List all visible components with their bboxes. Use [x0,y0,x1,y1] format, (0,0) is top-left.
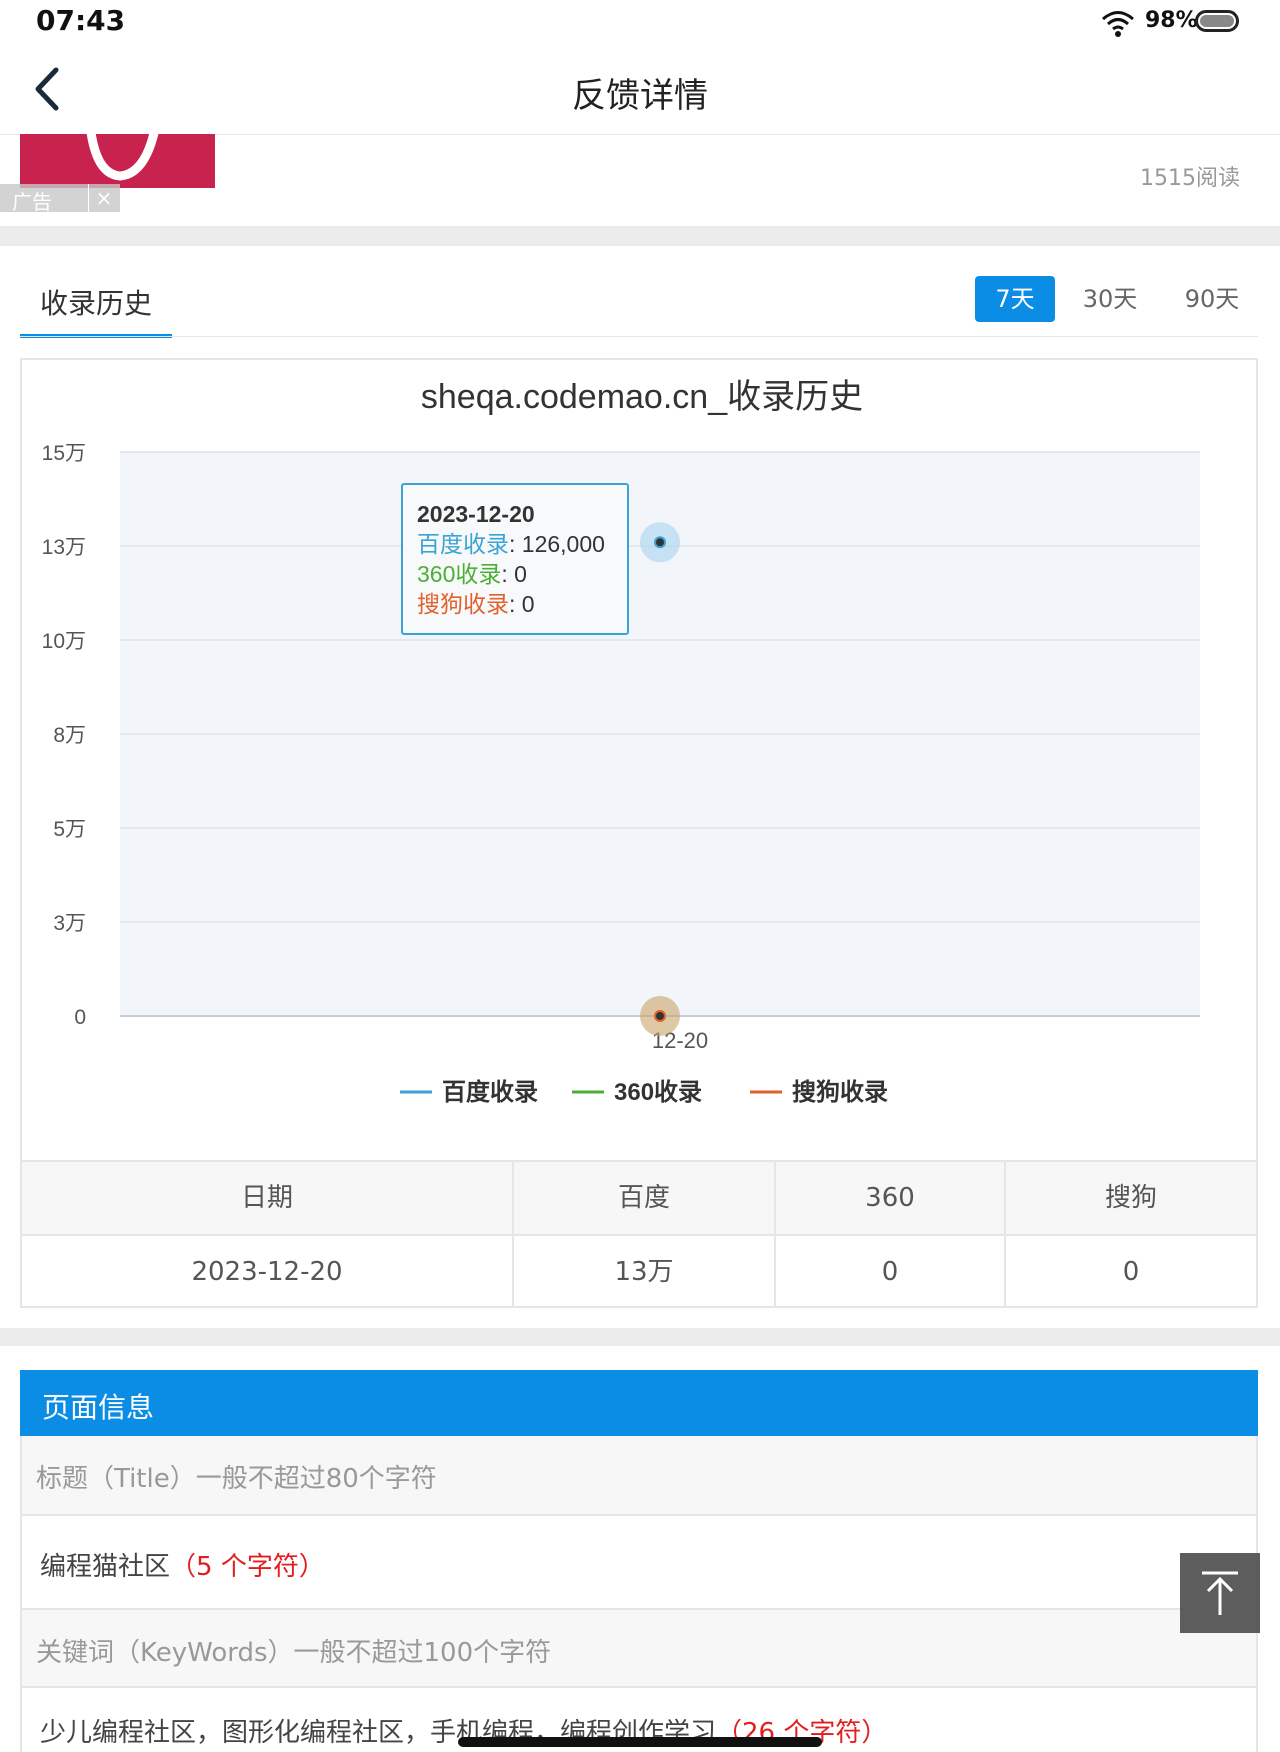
y-tick-label: 10万 [42,630,86,653]
page-info-header: 页面信息 [20,1370,1258,1436]
battery-percent: 98% [1145,8,1198,33]
range-90d-button[interactable]: 90天 [1170,276,1254,322]
page-title: 反馈详情 [572,76,708,116]
page-info-title: 页面信息 [42,1391,155,1424]
scroll-top-button[interactable] [1180,1553,1260,1633]
status-bar: 07:43 98% [0,0,1280,44]
table-cell-baidu: 13万 [514,1236,776,1308]
status-time: 07:43 [36,4,126,37]
ad-banner-image[interactable] [20,134,215,188]
chart-title: sheqa.codemao.cn_收录历史 [421,378,863,416]
y-tick-label: 5万 [53,818,86,841]
keywords-hint-row: 关键词（KeyWords）一般不超过100个字符 [20,1610,1258,1688]
legend-label: 百度收录 [442,1078,538,1106]
title-value: 编程猫社区 [40,1552,171,1582]
section-divider [0,226,1280,246]
table-header-baidu: 百度 [514,1162,776,1234]
battery-icon [1195,10,1239,32]
table-header-row: 日期 百度 360 搜狗 [22,1162,1256,1236]
data-point [654,1010,666,1022]
title-hint: 标题（Title）一般不超过80个字符 [36,1464,437,1494]
data-point [654,536,666,549]
y-tick-label: 3万 [53,912,86,935]
table-row: 2023-12-20 13万 0 0 [22,1236,1256,1308]
tooltip-row: 百度收录: 126,000 [417,531,605,557]
home-indicator [458,1737,822,1747]
range-30d-button[interactable]: 30天 [1070,276,1150,322]
arrow-up-icon [1202,1571,1238,1615]
title-char-count: （5 个字符） [170,1552,325,1582]
title-value-row: 编程猫社区（5 个字符） [20,1516,1258,1610]
table-header-360: 360 [776,1162,1006,1234]
ad-close-icon[interactable]: × [88,184,119,212]
legend-label: 360收录 [614,1079,702,1106]
tooltip-row: 搜狗收录: 0 [417,591,535,617]
title-hint-row: 标题（Title）一般不超过80个字符 [20,1436,1258,1516]
y-tick-label: 15万 [42,442,86,465]
tab-history-label: 收录历史 [40,287,153,320]
y-tick-label: 0 [74,1006,86,1029]
keywords-hint: 关键词（KeyWords）一般不超过100个字符 [36,1638,552,1668]
section-divider [0,1328,1280,1346]
tab-divider [20,336,1258,337]
tab-history[interactable]: 收录历史 [20,274,172,338]
table-cell-sogou: 0 [1122,1257,1140,1287]
ad-graphic [86,134,159,181]
range-7d-button[interactable]: 7天 [975,276,1055,322]
data-table: 日期 百度 360 搜狗 2023-12-20 13万 0 0 [22,1160,1256,1308]
indexing-history-chart: sheqa.codemao.cn_收录历史 03万5万8万10万13万15万12… [42,378,1200,1106]
tooltip-row: 360收录: 0 [417,561,527,587]
ad-label: 广告 × [0,184,120,214]
y-tick-label: 8万 [53,724,86,747]
ad-label-text: 广告 [12,190,52,214]
read-count: 1515阅读 [1140,166,1240,191]
table-header-sogou: 搜狗 [1104,1183,1157,1213]
table-cell-360: 0 [776,1236,1006,1308]
tooltip-date: 2023-12-20 [417,501,535,527]
nav-bar: 反馈详情 [0,44,1280,135]
wifi-icon [1102,11,1134,37]
table-header-date: 日期 [22,1162,514,1234]
chart-card: sheqa.codemao.cn_收录历史 0 3万 5万 8万 10万 13万 15万 12… [20,358,1258,1308]
legend-label: 搜狗收录 [792,1079,888,1106]
table-cell-date: 2023-12-20 [22,1236,514,1308]
y-tick-label: 13万 [42,536,86,559]
